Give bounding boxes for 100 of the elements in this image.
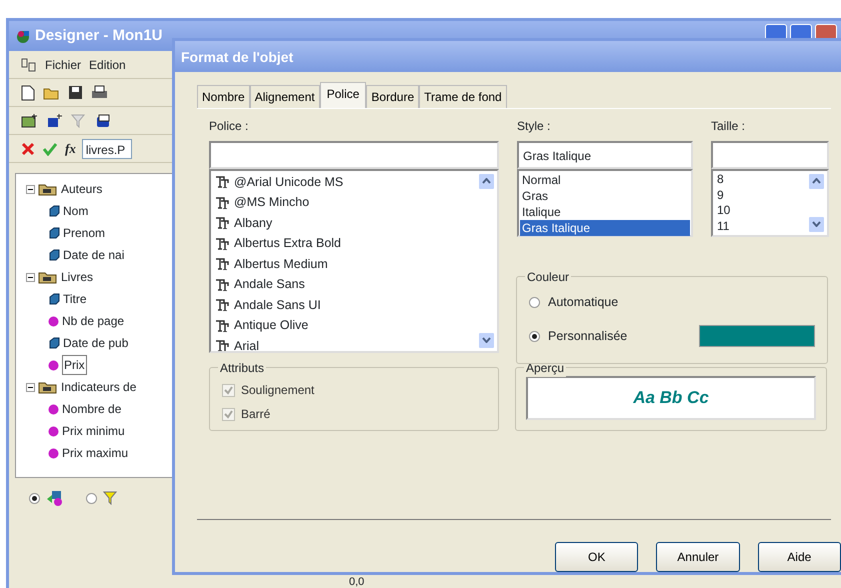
confirm-icon[interactable] — [43, 142, 57, 156]
cube-icon — [48, 293, 60, 305]
formula-field[interactable]: livres.P — [82, 138, 132, 158]
menu-item[interactable]: Edition — [89, 56, 126, 74]
open-folder-icon[interactable] — [43, 86, 60, 100]
sphere-icon — [48, 448, 59, 458]
tree-item[interactable]: Prix maximu — [62, 444, 128, 462]
sphere-icon — [48, 316, 59, 326]
radio-button[interactable] — [86, 492, 97, 504]
tree-item[interactable]: Date de pub — [63, 334, 128, 352]
sphere-icon — [48, 426, 59, 436]
app-icon — [15, 28, 31, 44]
size-field[interactable] — [711, 141, 829, 169]
list-item[interactable]: Albany — [234, 214, 272, 232]
size-list[interactable]: 8 9 10 11 — [711, 169, 829, 237]
tab[interactable]: Nombre — [197, 85, 250, 108]
checkbox-label: Soulignement — [241, 382, 314, 399]
window-title: Designer - Mon1U — [35, 26, 163, 46]
dialog-button[interactable]: Annuler — [656, 542, 740, 572]
list-item[interactable]: Italique — [520, 204, 690, 220]
save-icon[interactable] — [68, 85, 83, 100]
tree-item[interactable]: Date de nai — [63, 246, 124, 264]
tree-item[interactable]: Livres — [61, 268, 94, 286]
list-item[interactable]: 9 — [717, 188, 827, 203]
cube-edit-icon[interactable] — [95, 113, 111, 128]
list-item[interactable]: Antique Olive — [234, 317, 308, 334]
field-label: Taille : — [711, 118, 746, 135]
tree-item[interactable]: Prix — [62, 355, 87, 375]
function-symbol[interactable]: fx — [65, 138, 76, 158]
picture-add-icon[interactable] — [21, 113, 38, 128]
tree-item[interactable]: Nombre de — [62, 400, 122, 418]
preview-sample-text: Aa Bb Cc — [633, 387, 709, 410]
field-label: Police : — [209, 118, 250, 135]
font-list[interactable]: @Arial Unicode MS @MS Mincho Albany Albertus Extra Bold Albertus Medium Andale Sans Andale Sans UI Antique Olive Arial — [209, 169, 499, 353]
sphere-icon — [48, 404, 59, 414]
list-item[interactable]: Albertus Medium — [234, 256, 328, 273]
tree-item[interactable]: Indicateurs de — [61, 378, 136, 396]
collapse-toggle-icon[interactable] — [26, 272, 35, 282]
cube-icon — [48, 227, 60, 239]
objects-icon — [46, 490, 64, 506]
dialog-button[interactable]: Aide — [758, 542, 841, 572]
list-item[interactable]: @MS Mincho — [234, 194, 310, 212]
radio-button[interactable] — [29, 492, 40, 504]
tab[interactable]: Bordure — [366, 85, 420, 108]
scroll-down-icon[interactable] — [482, 337, 491, 344]
cancel-icon[interactable] — [21, 142, 35, 156]
scroll-up-icon[interactable] — [812, 178, 821, 184]
dialog-button[interactable]: OK — [555, 542, 638, 572]
menu-item[interactable]: Fichier — [45, 56, 82, 74]
list-item[interactable]: 10 — [717, 203, 827, 218]
scrollbar[interactable] — [808, 173, 825, 233]
font-type-icon — [215, 196, 229, 209]
list-item[interactable]: 8 — [717, 172, 827, 188]
cube-icon — [48, 337, 60, 349]
style-list[interactable]: Normal Gras Italique Gras Italique — [517, 169, 693, 237]
font-type-icon — [215, 320, 229, 332]
font-name-field[interactable] — [209, 141, 499, 169]
list-item[interactable]: 11 — [717, 218, 827, 234]
list-item[interactable]: Albertus Extra Bold — [234, 235, 341, 252]
option-label: Personnalisée — [548, 328, 628, 345]
cube-icon — [48, 249, 60, 261]
list-item[interactable]: Andale Sans — [234, 276, 305, 294]
list-item[interactable]: Andale Sans UI — [234, 296, 321, 314]
font-type-icon — [215, 217, 229, 230]
radio-button[interactable] — [529, 296, 540, 308]
cube-icon — [48, 205, 60, 217]
cube-add-icon[interactable] — [46, 113, 63, 128]
printer-icon[interactable] — [91, 85, 108, 100]
tree-item[interactable]: Auteurs — [61, 180, 102, 198]
option-label: Automatique — [548, 294, 618, 311]
list-item[interactable]: Gras Italique — [520, 220, 690, 236]
radio-button[interactable] — [529, 330, 540, 342]
tab[interactable]: Alignement — [250, 85, 320, 108]
tab[interactable]: Police — [320, 82, 366, 108]
style-field[interactable]: Gras Italique — [517, 141, 693, 169]
font-type-icon — [215, 299, 229, 312]
collapse-toggle-icon[interactable] — [26, 184, 35, 194]
font-type-icon — [215, 258, 229, 270]
color-swatch[interactable] — [699, 325, 815, 347]
scroll-up-icon[interactable] — [482, 178, 491, 184]
tab[interactable]: Trame de fond — [419, 85, 507, 108]
status-text: 0,0 — [349, 576, 364, 588]
scrollbar[interactable] — [478, 173, 495, 349]
sphere-icon — [48, 360, 59, 370]
folder-icon — [38, 182, 58, 196]
font-type-icon — [215, 176, 229, 188]
new-document-icon[interactable] — [21, 84, 35, 100]
tree-item[interactable]: Nom — [63, 202, 88, 220]
checkbox-label: Barré — [241, 406, 270, 423]
collapse-toggle-icon[interactable] — [26, 382, 35, 392]
list-item[interactable]: @Arial Unicode MS — [234, 174, 344, 191]
tree-item[interactable]: Prix minimu — [62, 422, 125, 440]
list-item[interactable]: Normal — [520, 172, 690, 188]
list-item[interactable]: Gras — [520, 188, 690, 204]
tree-item[interactable]: Nb de page — [62, 312, 124, 330]
tree-item[interactable]: Titre — [63, 290, 87, 308]
list-item[interactable]: Arial — [234, 338, 260, 351]
menu-icon — [21, 58, 37, 72]
scroll-down-icon[interactable] — [812, 221, 821, 228]
tree-item[interactable]: Prenom — [63, 224, 106, 242]
